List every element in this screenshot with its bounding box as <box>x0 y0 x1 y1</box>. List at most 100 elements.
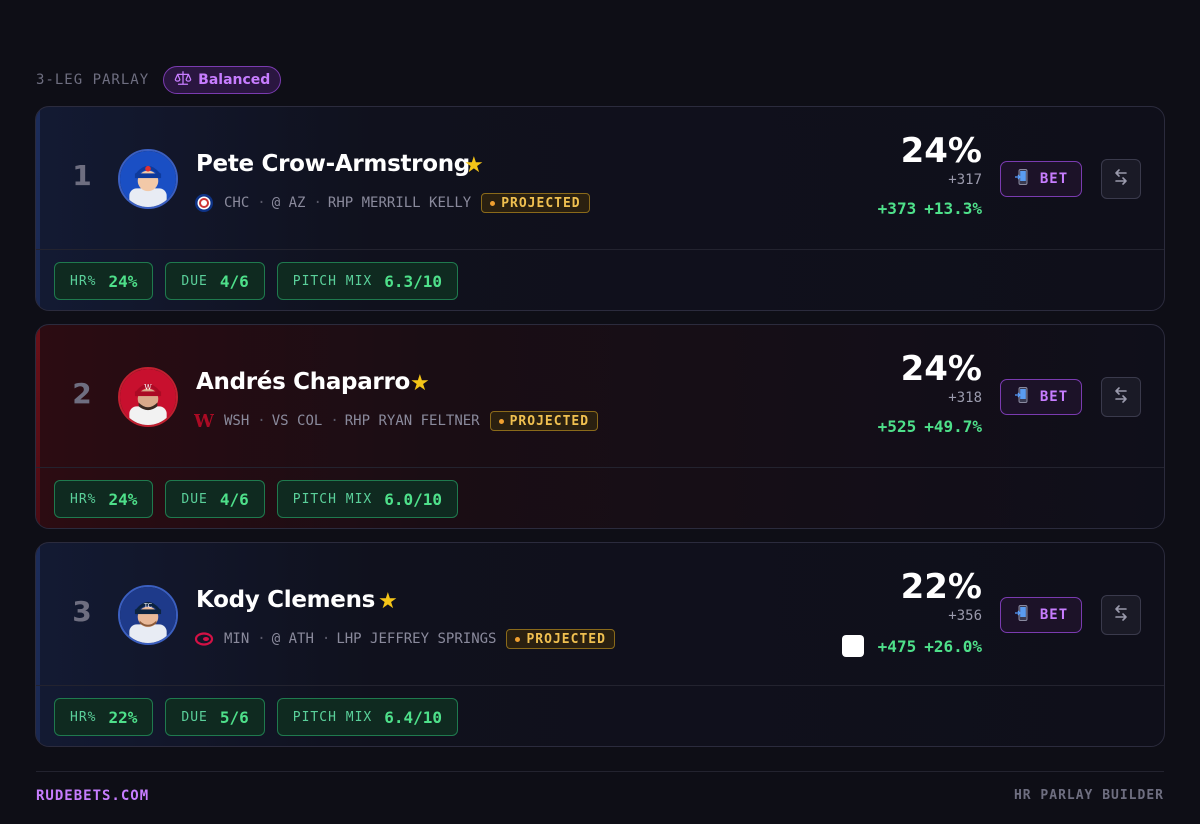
team-abbr: MIN <box>224 631 250 647</box>
bet-button[interactable]: BET <box>1000 597 1082 633</box>
nationals-logo-icon: W <box>194 411 214 431</box>
pitcher: RHP MERRILL KELLY <box>327 195 472 211</box>
card-divider <box>36 249 1164 250</box>
leg-rank: 3 <box>72 595 92 628</box>
star-icon: ★ <box>410 371 430 396</box>
parlay-label: 3-LEG PARLAY <box>36 72 150 88</box>
separator-dot: · <box>321 631 331 647</box>
book-odds: +475 <box>877 636 917 656</box>
book-odds: +525 <box>877 417 917 436</box>
strategy-badge[interactable]: Balanced <box>163 66 282 94</box>
swap-button[interactable] <box>1101 377 1141 417</box>
swap-button[interactable] <box>1101 159 1141 199</box>
status-label: PROJECTED <box>501 195 581 211</box>
pitcher: RHP RYAN FELTNER <box>344 413 480 429</box>
parlay-leg-2: 2 W Andrés Chaparro ★ W WSH · VS COL · R… <box>35 324 1165 529</box>
metric-chip-pitch-mix: PITCH MIX 6.4/10 <box>276 698 459 736</box>
player-name: Pete Crow-Armstrong <box>196 151 470 177</box>
swap-icon <box>1111 385 1131 409</box>
status-badge: PROJECTED <box>481 193 590 213</box>
bet-button[interactable]: BET <box>1000 379 1082 415</box>
matchup-line: CHC · @ AZ · RHP MERRILL KELLY PROJECTED <box>194 192 590 214</box>
svg-text:TC: TC <box>143 602 153 610</box>
bet-label: BET <box>1039 607 1069 623</box>
status-dot-icon <box>498 418 504 424</box>
player-name: Kody Clemens <box>196 587 376 613</box>
player-avatar: W <box>118 367 178 427</box>
opponent: @ ATH <box>271 631 314 647</box>
bet-button[interactable]: BET <box>1000 161 1082 197</box>
separator-dot: · <box>313 195 322 211</box>
metric-label: PITCH MIX <box>292 273 373 289</box>
metric-chips: HR% 22% DUE 5/6 PITCH MIX 6.4/10 <box>54 698 459 736</box>
metric-chips: HR% 24% DUE 4/6 PITCH MIX 6.3/10 <box>54 262 459 300</box>
edge-row: +525 +49.7% <box>878 417 982 436</box>
swap-button[interactable] <box>1101 595 1141 635</box>
separator-dot: · <box>257 195 266 211</box>
status-dot-icon <box>490 200 496 206</box>
phone-icon <box>1014 386 1032 408</box>
team-abbr: CHC <box>224 195 250 211</box>
status-label: PROJECTED <box>526 631 606 647</box>
edge-percent: +49.7% <box>924 417 982 436</box>
odds-block: 24% +317 +373 +13.3% <box>878 131 982 218</box>
edge-percent: +13.3% <box>924 199 982 218</box>
status-badge: PROJECTED <box>506 629 615 649</box>
metric-chip-pitch-mix: PITCH MIX 6.0/10 <box>276 480 459 518</box>
metric-value: 6.3/10 <box>384 271 443 291</box>
card-divider <box>36 685 1164 686</box>
tool-name: HR PARLAY BUILDER <box>1013 788 1164 803</box>
metric-value: 24% <box>108 489 138 509</box>
edge-percent: +26.0% <box>924 636 982 656</box>
separator-dot: · <box>257 631 266 647</box>
metric-value: 6.0/10 <box>384 489 443 509</box>
parlay-header: 3-LEG PARLAY Balanced <box>36 66 282 94</box>
footer-divider <box>36 771 1164 772</box>
separator-dot: · <box>257 413 266 429</box>
star-icon: ★ <box>464 153 484 178</box>
opponent: VS COL <box>271 413 323 429</box>
metric-chip-hr: HR% 24% <box>54 262 154 300</box>
metric-label: DUE <box>181 491 208 507</box>
opponent: @ AZ <box>271 195 306 211</box>
matchup-line: W WSH · VS COL · RHP RYAN FELTNER PROJEC… <box>194 410 599 432</box>
odds-block: 22% +356 +475 +26.0% <box>841 567 982 657</box>
cubs-logo-icon <box>194 193 214 213</box>
player-name: Andrés Chaparro <box>196 369 411 395</box>
svg-text:W: W <box>194 411 214 431</box>
metric-chip-hr: HR% 24% <box>54 480 154 518</box>
status-label: PROJECTED <box>509 413 590 429</box>
metric-value: 24% <box>108 271 138 291</box>
bet-label: BET <box>1039 171 1069 187</box>
edge-row: +475 +26.0% <box>841 635 982 657</box>
card-accent-stripe <box>36 543 40 746</box>
card-accent-stripe <box>36 325 40 528</box>
phone-icon <box>1014 604 1032 626</box>
bet-label: BET <box>1039 389 1069 405</box>
metric-chip-due: DUE 5/6 <box>165 698 265 736</box>
hr-probability: 24% <box>900 349 982 389</box>
strategy-label: Balanced <box>198 72 271 88</box>
metric-label: HR% <box>70 709 97 725</box>
fair-odds: +317 <box>948 172 982 188</box>
hr-probability: 24% <box>900 131 982 171</box>
parlay-leg-1: 1 Pete Crow-Armstrong ★ CHC · @ AZ · RHP… <box>35 106 1165 311</box>
metric-chip-pitch-mix: PITCH MIX 6.3/10 <box>276 262 459 300</box>
metric-chip-due: DUE 4/6 <box>165 480 265 518</box>
metric-label: HR% <box>70 491 97 507</box>
metric-value: 5/6 <box>219 707 249 727</box>
card-divider <box>36 467 1164 468</box>
fair-odds: +356 <box>948 608 982 624</box>
metric-value: 22% <box>108 707 138 727</box>
metric-value: 4/6 <box>219 271 249 291</box>
metric-label: PITCH MIX <box>292 709 373 725</box>
odds-block: 24% +318 +525 +49.7% <box>878 349 982 436</box>
scale-icon <box>174 69 192 91</box>
metric-label: PITCH MIX <box>292 491 373 507</box>
twins-logo-icon <box>194 629 214 649</box>
status-badge: PROJECTED <box>489 411 599 431</box>
book-odds: +373 <box>877 199 917 218</box>
sportsbook-logo-icon <box>841 635 864 657</box>
star-icon: ★ <box>378 589 398 614</box>
brand-link[interactable]: RUDEBETS.COM <box>36 788 149 804</box>
